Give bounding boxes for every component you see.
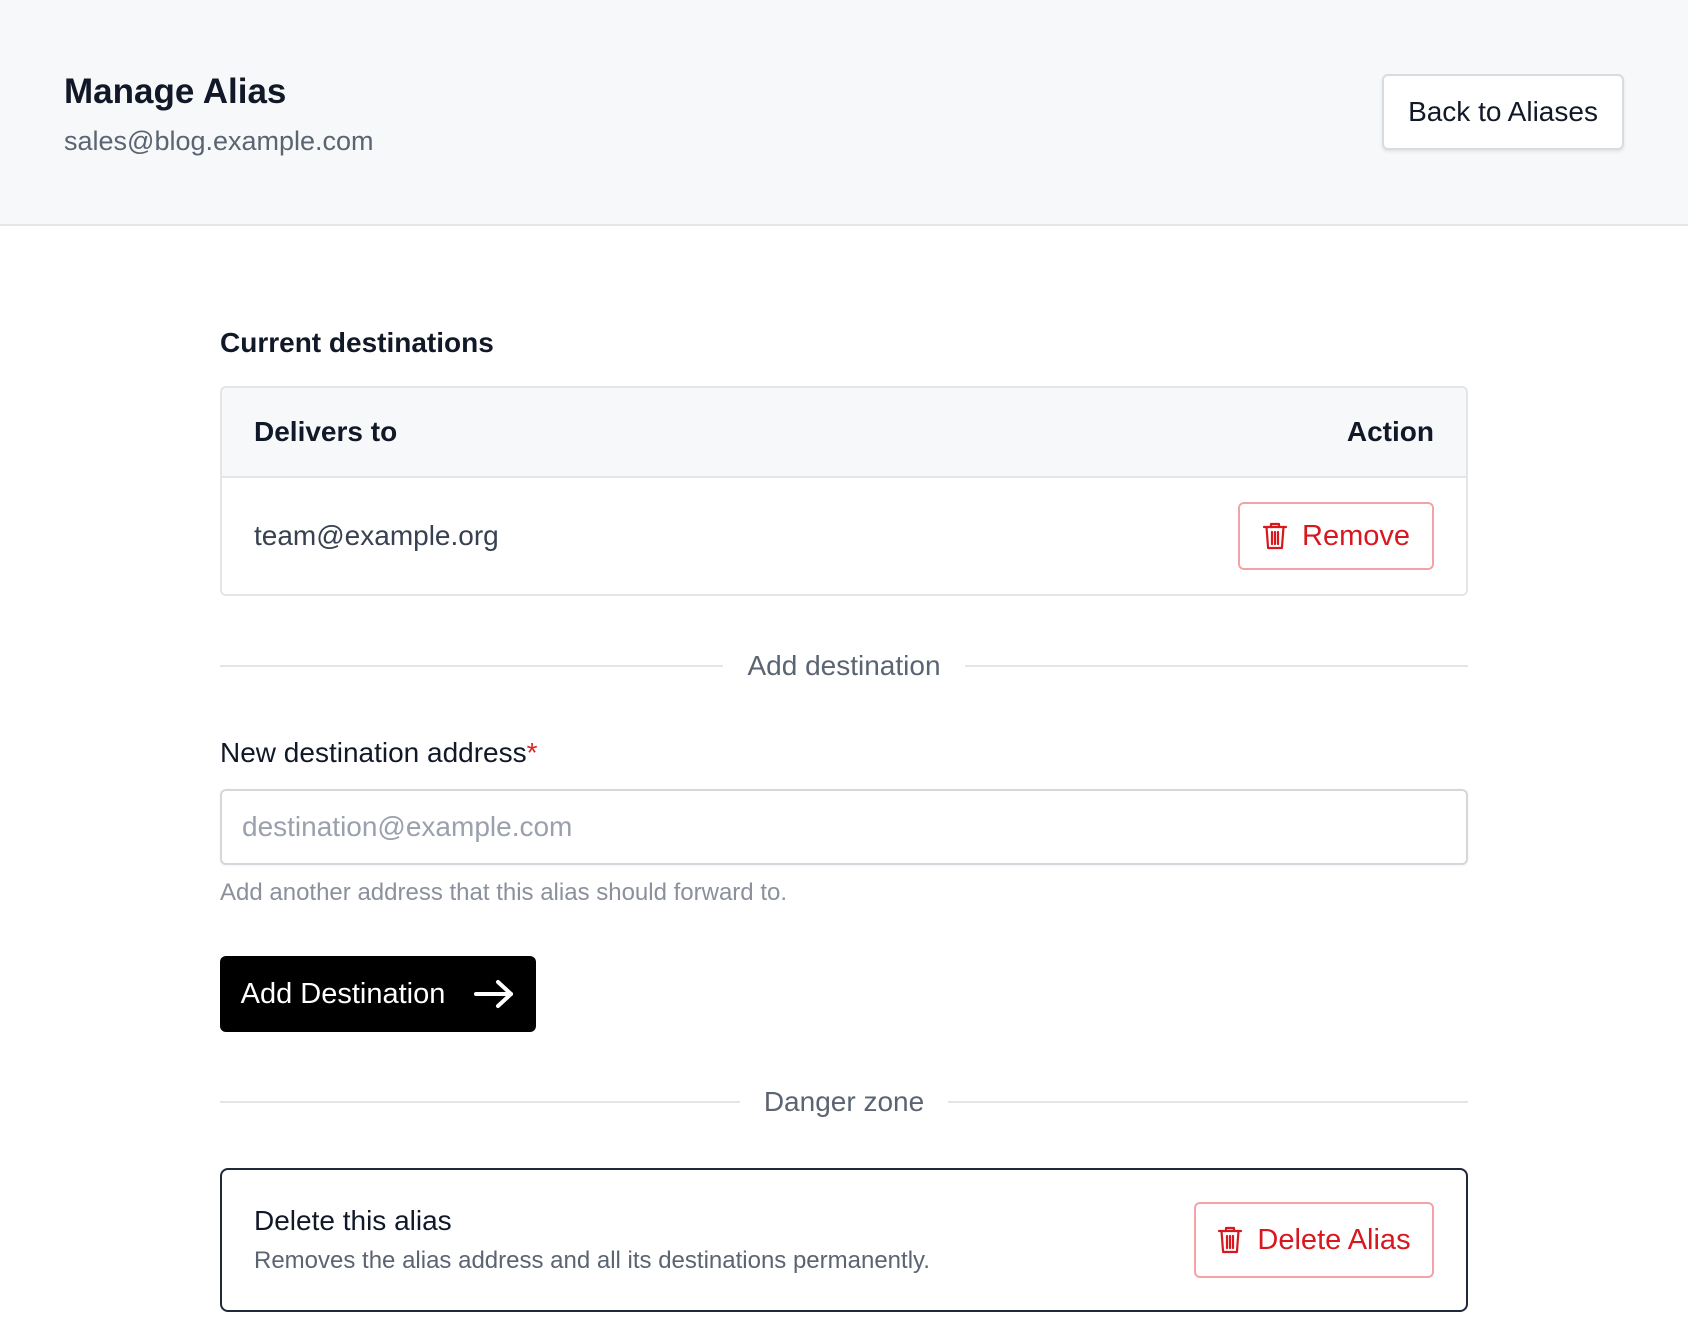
table-row: team@example.org Remove	[222, 478, 1466, 594]
add-destination-button-label: Add Destination	[240, 977, 446, 1010]
remove-destination-button[interactable]: Remove	[1238, 502, 1434, 570]
new-destination-help-text: Add another address that this alias shou…	[220, 879, 787, 906]
column-header-action: Action	[1346, 416, 1434, 447]
danger-zone-card: Delete this alias Removes the alias addr…	[220, 1168, 1468, 1312]
new-destination-label: New destination address*	[220, 736, 538, 770]
delete-alias-title: Delete this alias	[254, 1205, 452, 1236]
destinations-table: Delivers to Action team@example.org Remo…	[220, 386, 1468, 596]
arrow-right-icon	[474, 980, 514, 1008]
required-marker: *	[526, 737, 538, 768]
danger-zone-divider-label: Danger zone	[763, 1086, 925, 1117]
page-title: Manage Alias	[64, 72, 287, 111]
page-header: Manage Alias sales@blog.example.com Back…	[0, 0, 1688, 226]
add-destination-divider-label: Add destination	[747, 650, 941, 681]
current-destinations-heading: Current destinations	[220, 327, 494, 358]
new-destination-input[interactable]	[220, 789, 1468, 865]
delete-alias-button-label: Delete Alias	[1257, 1223, 1411, 1256]
add-destination-divider: Add destination	[220, 646, 1469, 686]
add-destination-button[interactable]: Add Destination	[220, 956, 536, 1032]
new-destination-label-text: New destination address	[220, 737, 527, 768]
alias-address: sales@blog.example.com	[64, 126, 374, 156]
remove-button-label: Remove	[1302, 519, 1410, 552]
delete-alias-description: Removes the alias address and all its de…	[254, 1247, 930, 1274]
back-to-aliases-button[interactable]: Back to Aliases	[1382, 74, 1624, 150]
table-header-row: Delivers to Action	[222, 388, 1466, 478]
danger-zone-divider: Danger zone	[220, 1082, 1468, 1122]
delete-alias-button[interactable]: Delete Alias	[1194, 1202, 1434, 1278]
trash-icon	[1218, 1226, 1243, 1254]
destination-address: team@example.org	[254, 520, 499, 551]
danger-zone-text: Delete this alias Removes the alias addr…	[254, 1204, 930, 1276]
column-header-delivers-to: Delivers to	[254, 416, 398, 447]
trash-icon	[1262, 522, 1288, 550]
